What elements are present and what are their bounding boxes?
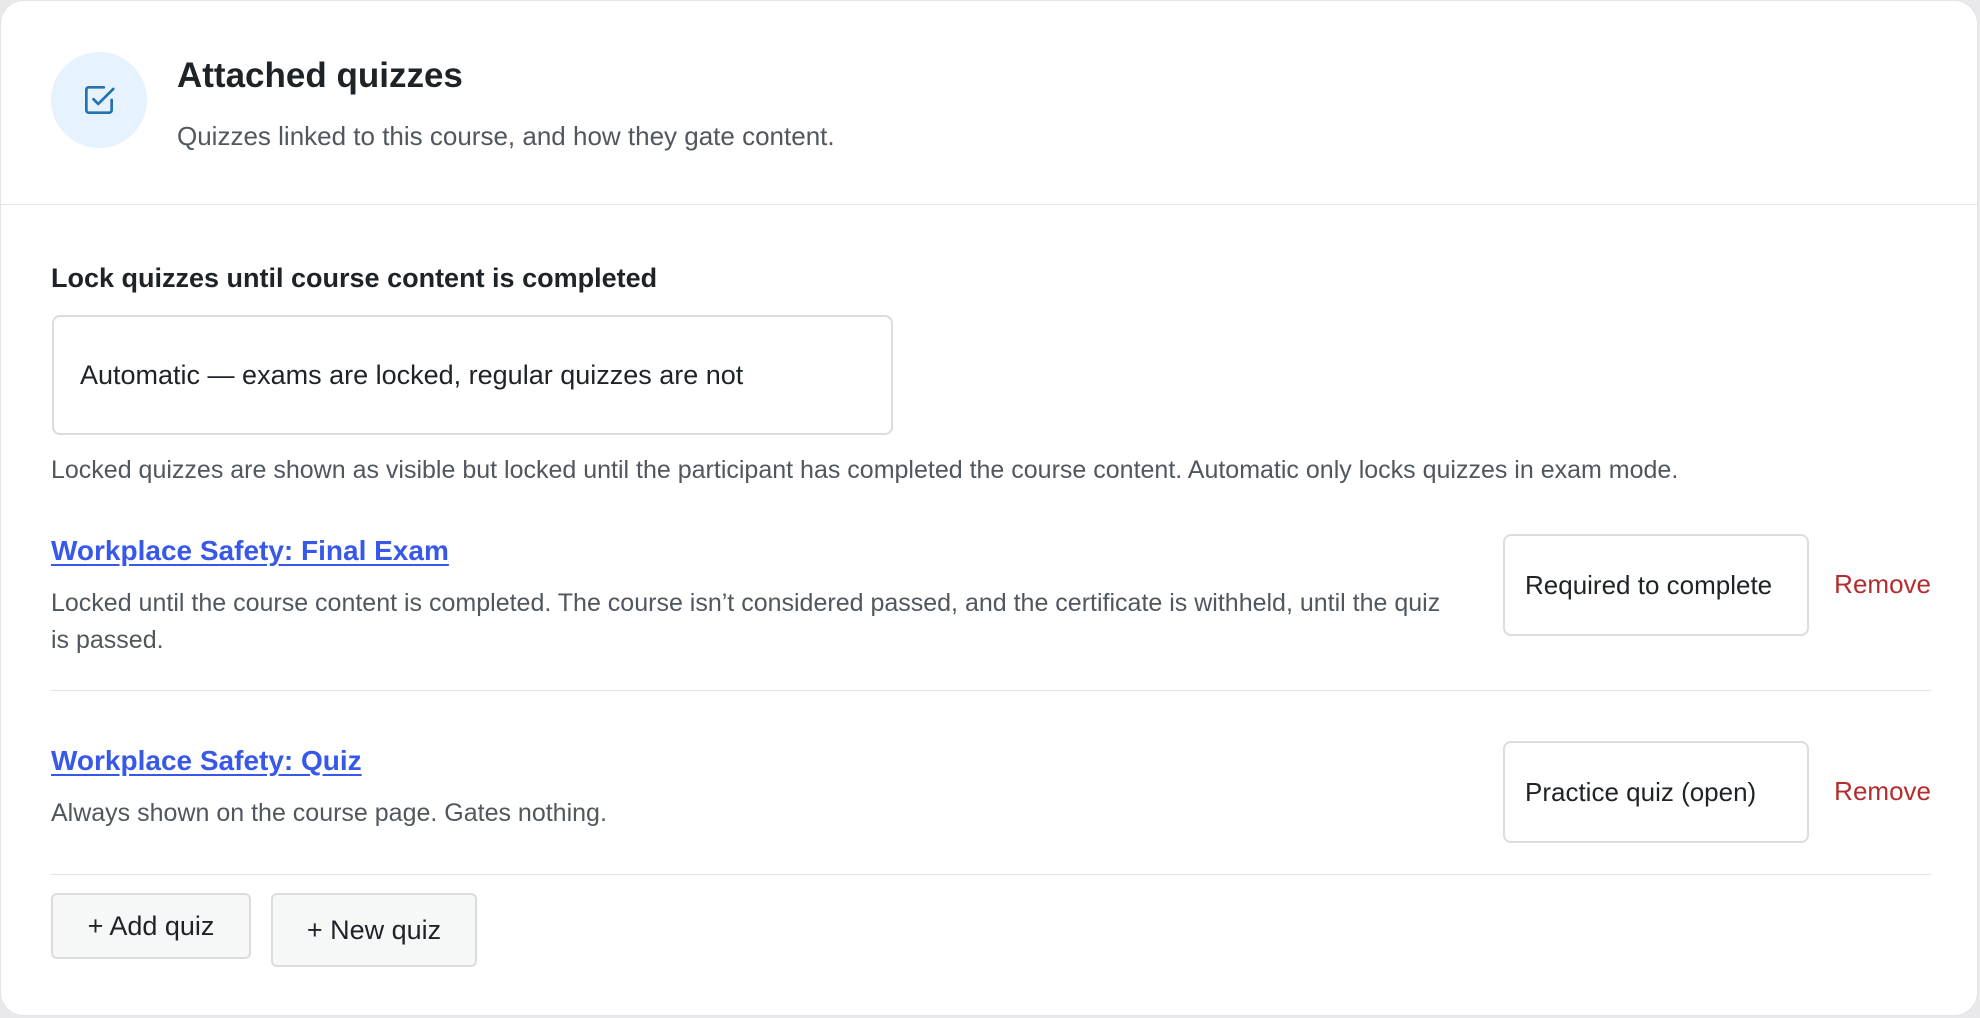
checkbox-icon — [84, 85, 115, 115]
card-header: Attached quizzes Quizzes linked to this … — [1, 1, 1977, 205]
quiz-description: Locked until the course content is compl… — [51, 589, 1441, 654]
lock-setting-label: Lock quizzes until course content is com… — [51, 263, 658, 293]
quiz-mode-select[interactable]: Practice quiz (open) — [1503, 741, 1809, 843]
remove-quiz-button[interactable]: Remove — [1834, 776, 1931, 807]
lock-setting-help: Locked quizzes are shown as visible but … — [51, 456, 1679, 484]
page-title: Attached quizzes — [177, 56, 463, 95]
quiz-title-link[interactable]: Workplace Safety: Final Exam — [51, 535, 449, 567]
page-subtitle: Quizzes linked to this course, and how t… — [177, 121, 835, 151]
quiz-row: Workplace Safety: Final Exam Locked unti… — [51, 531, 1931, 691]
quiz-description: Always shown on the course page. Gates n… — [51, 799, 607, 827]
quiz-row: Workplace Safety: Quiz Always shown on t… — [51, 741, 1931, 875]
quiz-title-link[interactable]: Workplace Safety: Quiz — [51, 745, 362, 777]
add-quiz-button[interactable]: + Add quiz — [51, 893, 251, 959]
header-icon-badge — [51, 52, 147, 148]
quiz-mode-select[interactable]: Required to complete — [1503, 534, 1809, 636]
new-quiz-button[interactable]: + New quiz — [271, 893, 477, 967]
attached-quizzes-card: Attached quizzes Quizzes linked to this … — [0, 0, 1978, 1016]
lock-setting-select[interactable]: Automatic — exams are locked, regular qu… — [52, 315, 893, 435]
remove-quiz-button[interactable]: Remove — [1834, 569, 1931, 600]
